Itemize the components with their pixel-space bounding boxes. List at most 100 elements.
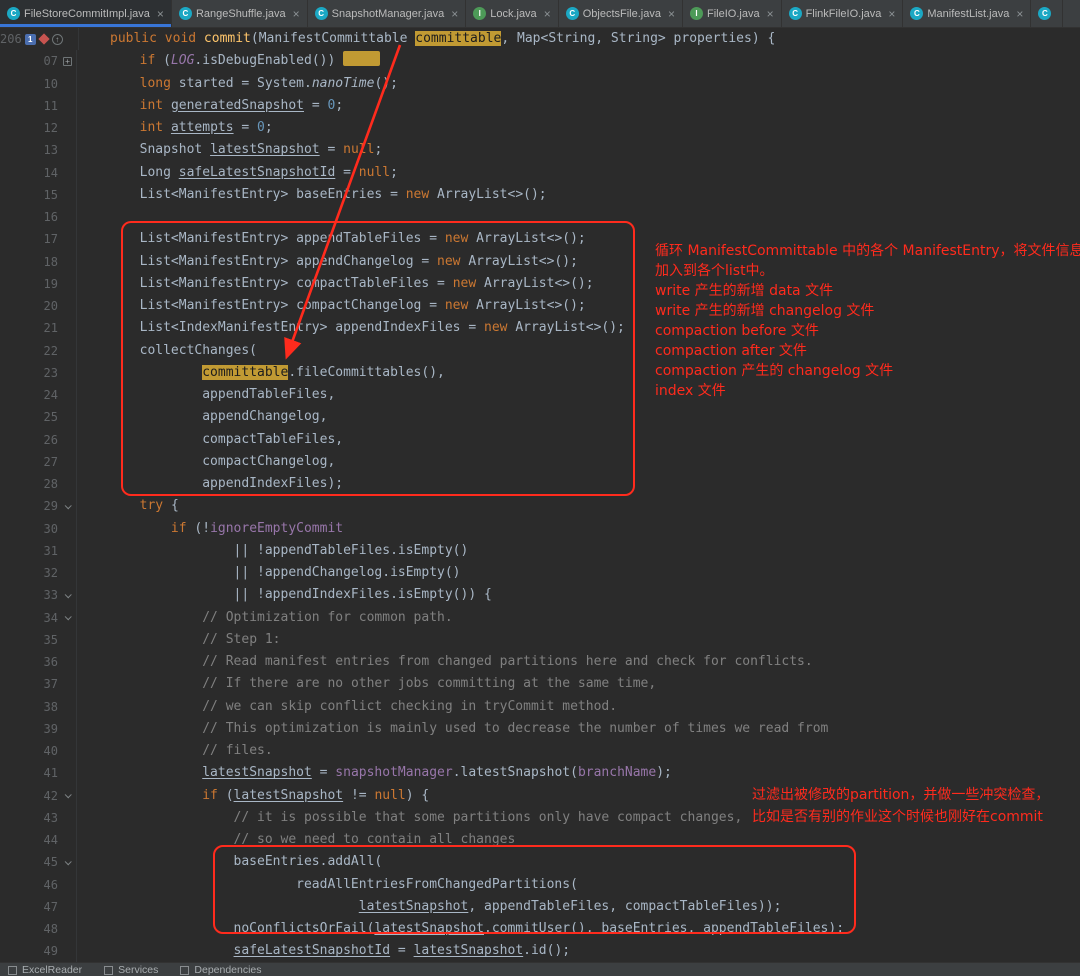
code-text[interactable]: List<IndexManifestEntry> appendIndexFile… bbox=[77, 317, 1080, 339]
code-text[interactable]: appendTableFiles, bbox=[77, 384, 1080, 406]
override-arrow-icon[interactable]: ↑ bbox=[51, 33, 63, 45]
gutter[interactable]: 40 bbox=[0, 740, 77, 763]
gutter[interactable]: 14 bbox=[0, 161, 77, 184]
code-text[interactable]: safeLatestSnapshotId = latestSnapshot.id… bbox=[77, 940, 1080, 962]
gutter[interactable]: 33 bbox=[0, 584, 77, 607]
gutter[interactable]: 19 bbox=[0, 272, 77, 295]
folded-region[interactable] bbox=[343, 51, 381, 67]
code-text[interactable]: // Optimization for common path. bbox=[77, 607, 1080, 629]
code-text[interactable]: List<ManifestEntry> baseEntries = new Ar… bbox=[77, 184, 1080, 206]
gutter[interactable]: 26 bbox=[0, 428, 77, 451]
gutter[interactable]: 31 bbox=[0, 539, 77, 562]
code-text[interactable]: // If there are no other jobs committing… bbox=[77, 673, 1080, 695]
bookmark-icon[interactable]: 1 bbox=[24, 33, 36, 45]
code-text[interactable]: // Step 1: bbox=[77, 629, 1080, 651]
gutter[interactable]: 28 bbox=[0, 473, 77, 496]
gutter[interactable]: 37 bbox=[0, 673, 77, 696]
gutter[interactable]: 10 bbox=[0, 72, 77, 95]
code-text[interactable]: readAllEntriesFromChangedPartitions( bbox=[77, 874, 1080, 896]
gutter[interactable]: 49 bbox=[0, 940, 77, 962]
code-text[interactable]: if (!ignoreEmptyCommit bbox=[77, 518, 1080, 540]
code-text[interactable]: Long safeLatestSnapshotId = null; bbox=[77, 162, 1080, 184]
tab-close-icon[interactable]: × bbox=[767, 7, 774, 21]
code-text[interactable]: collectChanges( bbox=[77, 340, 1080, 362]
code-text[interactable]: // so we need to contain all changes bbox=[77, 829, 1080, 851]
tab-lock-java[interactable]: I Lock.java × bbox=[466, 0, 559, 27]
code-text[interactable]: // files. bbox=[77, 740, 1080, 762]
gutter[interactable]: 20 bbox=[0, 295, 77, 318]
breakpoint-diamond-icon[interactable] bbox=[38, 33, 50, 45]
code-text[interactable]: List<ManifestEntry> compactTableFiles = … bbox=[77, 273, 1080, 295]
tab-close-icon[interactable]: × bbox=[544, 7, 551, 21]
code-text[interactable]: List<ManifestEntry> appendTableFiles = n… bbox=[77, 228, 1080, 250]
gutter[interactable]: 35 bbox=[0, 628, 77, 651]
gutter[interactable]: 34 bbox=[0, 606, 77, 629]
code-text[interactable]: compactTableFiles, bbox=[77, 429, 1080, 451]
code-text[interactable]: || !appendTableFiles.isEmpty() bbox=[77, 540, 1080, 562]
code-text[interactable]: latestSnapshot = snapshotManager.latestS… bbox=[77, 762, 1080, 784]
gutter[interactable]: 24 bbox=[0, 384, 77, 407]
gutter[interactable]: 30 bbox=[0, 517, 77, 540]
gutter[interactable]: 43 bbox=[0, 806, 77, 829]
gutter[interactable]: 48 bbox=[0, 918, 77, 941]
gutter[interactable]: 44 bbox=[0, 829, 77, 852]
statusbar-item-dependencies[interactable]: Dependencies bbox=[180, 964, 262, 976]
tab-close-icon[interactable]: × bbox=[888, 7, 895, 21]
gutter[interactable]: 39 bbox=[0, 717, 77, 740]
tab-objectsfile-java[interactable]: C ObjectsFile.java × bbox=[559, 0, 683, 27]
tab-fileio-java[interactable]: I FileIO.java × bbox=[683, 0, 782, 27]
tab-filestorecommitimpl-java[interactable]: C FileStoreCommitImpl.java × bbox=[0, 0, 172, 27]
fold-marker-icon[interactable] bbox=[61, 791, 74, 799]
code-text[interactable]: // it is possible that some partitions o… bbox=[77, 807, 1080, 829]
tab-clipped[interactable]: C bbox=[1031, 0, 1064, 27]
gutter[interactable]: 11 bbox=[0, 94, 77, 117]
gutter[interactable]: 12 bbox=[0, 117, 77, 140]
code-text[interactable]: List<ManifestEntry> appendChangelog = ne… bbox=[77, 251, 1080, 273]
code-text[interactable]: int attempts = 0; bbox=[77, 117, 1080, 139]
fold-marker-icon[interactable] bbox=[61, 858, 74, 866]
gutter[interactable]: 17 bbox=[0, 228, 77, 251]
fold-marker-icon[interactable] bbox=[61, 613, 74, 621]
fold-marker-icon[interactable] bbox=[61, 591, 74, 599]
fold-marker-icon[interactable] bbox=[61, 502, 74, 510]
code-text[interactable]: public void commit(ManifestCommittable c… bbox=[79, 28, 1080, 50]
gutter[interactable]: 45 bbox=[0, 851, 77, 874]
tab-snapshotmanager-java[interactable]: C SnapshotManager.java × bbox=[308, 0, 467, 27]
gutter[interactable]: 21 bbox=[0, 317, 77, 340]
gutter[interactable]: 42 bbox=[0, 784, 77, 807]
tab-manifestlist-java[interactable]: C ManifestList.java × bbox=[903, 0, 1032, 27]
code-text[interactable]: if (latestSnapshot != null) { bbox=[77, 785, 1080, 807]
statusbar-item-excelreader[interactable]: ExcelReader bbox=[8, 964, 82, 976]
code-text[interactable]: try { bbox=[77, 495, 1080, 517]
gutter[interactable]: 22 bbox=[0, 339, 77, 362]
gutter[interactable]: 25 bbox=[0, 406, 77, 429]
gutter[interactable]: 36 bbox=[0, 651, 77, 674]
gutter[interactable]: 07 + bbox=[0, 50, 77, 73]
tab-rangeshuffle-java[interactable]: C RangeShuffle.java × bbox=[172, 0, 308, 27]
gutter[interactable]: 13 bbox=[0, 139, 77, 162]
fold-plus-icon[interactable]: + bbox=[63, 56, 72, 66]
code-text[interactable]: // we can skip conflict checking in tryC… bbox=[77, 696, 1080, 718]
tab-close-icon[interactable]: × bbox=[293, 7, 300, 21]
gutter[interactable]: 32 bbox=[0, 562, 77, 585]
code-text[interactable]: // This optimization is mainly used to d… bbox=[77, 718, 1080, 740]
statusbar-item-services[interactable]: Services bbox=[104, 964, 158, 976]
code-text[interactable]: long started = System.nanoTime(); bbox=[77, 73, 1080, 95]
gutter[interactable]: 29 bbox=[0, 495, 77, 518]
gutter[interactable]: 46 bbox=[0, 873, 77, 896]
code-text[interactable]: latestSnapshot, appendTableFiles, compac… bbox=[77, 896, 1080, 918]
code-text[interactable]: compactChangelog, bbox=[77, 451, 1080, 473]
code-text[interactable]: appendChangelog, bbox=[77, 406, 1080, 428]
gutter[interactable]: 41 bbox=[0, 762, 77, 785]
code-text[interactable]: noConflictsOrFail(latestSnapshot.commitU… bbox=[77, 918, 1080, 940]
fold-marker-icon[interactable]: + bbox=[61, 56, 74, 66]
code-text[interactable]: appendIndexFiles); bbox=[77, 473, 1080, 495]
tab-flinkfileio-java[interactable]: C FlinkFileIO.java × bbox=[782, 0, 904, 27]
tab-close-icon[interactable]: × bbox=[1016, 7, 1023, 21]
code-text[interactable]: List<ManifestEntry> compactChangelog = n… bbox=[77, 295, 1080, 317]
code-text[interactable]: || !appendIndexFiles.isEmpty()) { bbox=[77, 584, 1080, 606]
tab-close-icon[interactable]: × bbox=[451, 7, 458, 21]
gutter[interactable]: 47 bbox=[0, 895, 77, 918]
gutter[interactable]: 23 bbox=[0, 361, 77, 384]
code-text[interactable]: int generatedSnapshot = 0; bbox=[77, 95, 1080, 117]
